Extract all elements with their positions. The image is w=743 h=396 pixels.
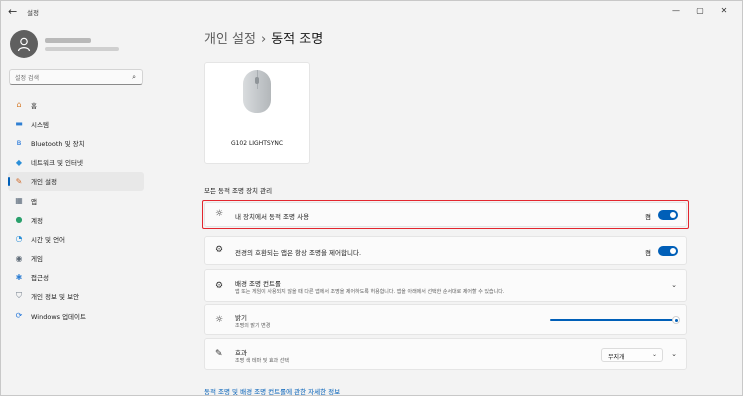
sidebar-nav: ⌂ 홈 ▬ 시스템 ʙ Bluetooth 및 장치 ◆ 네트워크 및 인터넷 ✎ 개인 설정 ▦ 앱… [8,95,144,325]
compatible-apps-row: ⚙ 전경의 호환되는 앱은 항상 조명을 제어합니다. 켬 [204,236,687,265]
home-icon: ⌂ [16,100,22,110]
accounts-icon: ● [15,215,23,225]
compatible-apps-state: 켬 [645,249,651,257]
sidebar-item-label: 개인 설정 [31,178,57,187]
page-title: 동적 조명 [271,32,324,47]
sidebar-item-9[interactable]: ✱ 접근성 [8,268,144,287]
sidebar-item-2[interactable]: ʙ Bluetooth 및 장치 [8,133,144,152]
effects-row[interactable]: ✎ 효과 조명 색 테마 및 효과 선택 무지개 ⌄ ⌄ [204,338,687,370]
sidebar-item-label: 네트워크 및 인터넷 [31,159,83,168]
brightness-slider-thumb[interactable] [672,316,680,324]
sidebar-item-3[interactable]: ◆ 네트워크 및 인터넷 [8,153,144,172]
device-name: G102 LIGHTSYNC [230,140,284,147]
effects-select[interactable]: 무지개 ⌄ [601,348,663,362]
effects-desc: 조명 색 테마 및 효과 선택 [235,358,289,364]
breadcrumb-parent[interactable]: 개인 설정 [204,32,256,47]
mouse-image [243,70,271,113]
use-dynamic-lighting-row: ☼ 내 장치에서 동적 조명 사용 켬 [204,202,687,227]
settings-window: ← 설정 — ▢ ✕ 설정 검색 ⌕ ⌂ 홈 ▬ 시스템 ʙ Bluetooth 및 장치… [0,0,743,396]
apps-icon: ▦ [15,196,23,206]
compatible-apps-label: 전경의 호환되는 앱은 항상 조명을 제어합니다. [235,249,362,257]
gaming-icon: ◉ [15,253,23,263]
window-title: 설정 [27,9,39,17]
search-input[interactable]: 설정 검색 ⌕ [9,69,143,85]
sidebar-item-4[interactable]: ✎ 개인 설정 [8,171,144,191]
personalization-icon: ✎ [15,176,23,186]
device-card[interactable]: G102 LIGHTSYNC [204,62,310,164]
brush-icon: ✎ [215,349,223,359]
sidebar-item-label: 게임 [31,255,43,264]
sidebar-item-label: 시간 및 언어 [31,235,66,244]
search-placeholder: 설정 검색 [15,75,39,82]
sidebar-item-7[interactable]: ◔ 시간 및 언어 [8,229,144,248]
brightness-desc: 조명의 밝기 변경 [235,323,271,329]
section-title: 모든 동적 조명 장치 관리 [204,187,273,195]
minimize-button[interactable]: — [664,3,688,19]
search-icon: ⌕ [132,73,136,81]
profile-name-blurred [45,38,91,43]
bluetooth-icon: ʙ [16,138,22,148]
sidebar-item-label: 앱 [31,197,37,206]
sidebar-item-label: 접근성 [31,274,49,283]
effects-select-value: 무지개 [608,353,625,361]
user-icon [17,37,31,52]
sidebar-item-8[interactable]: ◉ 게임 [8,249,144,268]
brightness-icon: ☼ [215,315,224,325]
sidebar-item-label: Bluetooth 및 장치 [31,139,85,148]
back-arrow-icon[interactable]: ← [8,5,22,19]
sun-icon: ☼ [215,209,224,219]
system-icon: ▬ [15,119,23,129]
sidebar-item-0[interactable]: ⌂ 홈 [8,95,144,114]
use-dynamic-lighting-label: 내 장치에서 동적 조명 사용 [235,213,310,221]
title-bar: ← 설정 — ▢ ✕ [1,1,742,25]
avatar[interactable] [10,30,38,58]
breadcrumb: 개인 설정 › 동적 조명 [204,28,323,47]
sidebar-item-11[interactable]: ⟳ Windows 업데이트 [8,306,144,325]
background-lighting-label: 배경 조명 컨트롤 [235,280,281,288]
effects-label: 효과 [235,349,247,357]
sidebar-item-label: Windows 업데이트 [31,312,87,321]
time-language-icon: ◔ [15,234,23,244]
sidebar-item-6[interactable]: ● 계정 [8,210,144,229]
brightness-row: ☼ 밝기 조명의 밝기 변경 [204,304,687,335]
brightness-slider[interactable] [550,319,676,321]
use-dynamic-lighting-state: 켬 [645,213,651,221]
sidebar-item-label: 계정 [31,216,43,225]
mouse-wheel [255,77,259,84]
sidebar-item-label: 홈 [31,101,37,110]
window-controls: — ▢ ✕ [664,3,736,19]
background-lighting-desc: 앱 또는 게임이 사용되지 않을 때 다른 앱에서 조명을 제어하도록 허용합니… [235,289,505,295]
sidebar-item-label: 개인 정보 및 보안 [31,293,80,302]
sidebar-item-5[interactable]: ▦ 앱 [8,191,144,210]
close-button[interactable]: ✕ [712,3,736,19]
gear-icon: ⚙ [215,281,224,291]
chevron-down-icon: ⌄ [651,351,657,358]
use-dynamic-lighting-toggle[interactable] [658,210,678,220]
compatible-apps-toggle[interactable] [658,246,678,256]
chevron-down-icon[interactable]: ⌄ [671,281,677,289]
breadcrumb-separator: › [260,32,267,47]
profile-email-blurred [45,47,119,51]
sidebar-item-10[interactable]: ⛉ 개인 정보 및 보안 [8,287,144,306]
brightness-label: 밝기 [235,314,247,322]
privacy-shield-icon: ⛉ [16,291,22,301]
network-icon: ◆ [15,157,23,167]
apps-control-icon: ⚙ [215,245,224,255]
chevron-down-icon[interactable]: ⌄ [671,350,677,358]
background-lighting-row[interactable]: ⚙ 배경 조명 컨트롤 앱 또는 게임이 사용되지 않을 때 다른 앱에서 조명… [204,269,687,302]
sidebar-item-1[interactable]: ▬ 시스템 [8,114,144,133]
sidebar-item-label: 시스템 [31,120,49,129]
maximize-button[interactable]: ▢ [688,3,712,19]
accessibility-icon: ✱ [15,272,23,282]
help-link[interactable]: 동적 조명 및 배경 조명 컨트롤에 관한 자세한 정보 [204,386,340,395]
windows-update-icon: ⟳ [15,311,23,321]
